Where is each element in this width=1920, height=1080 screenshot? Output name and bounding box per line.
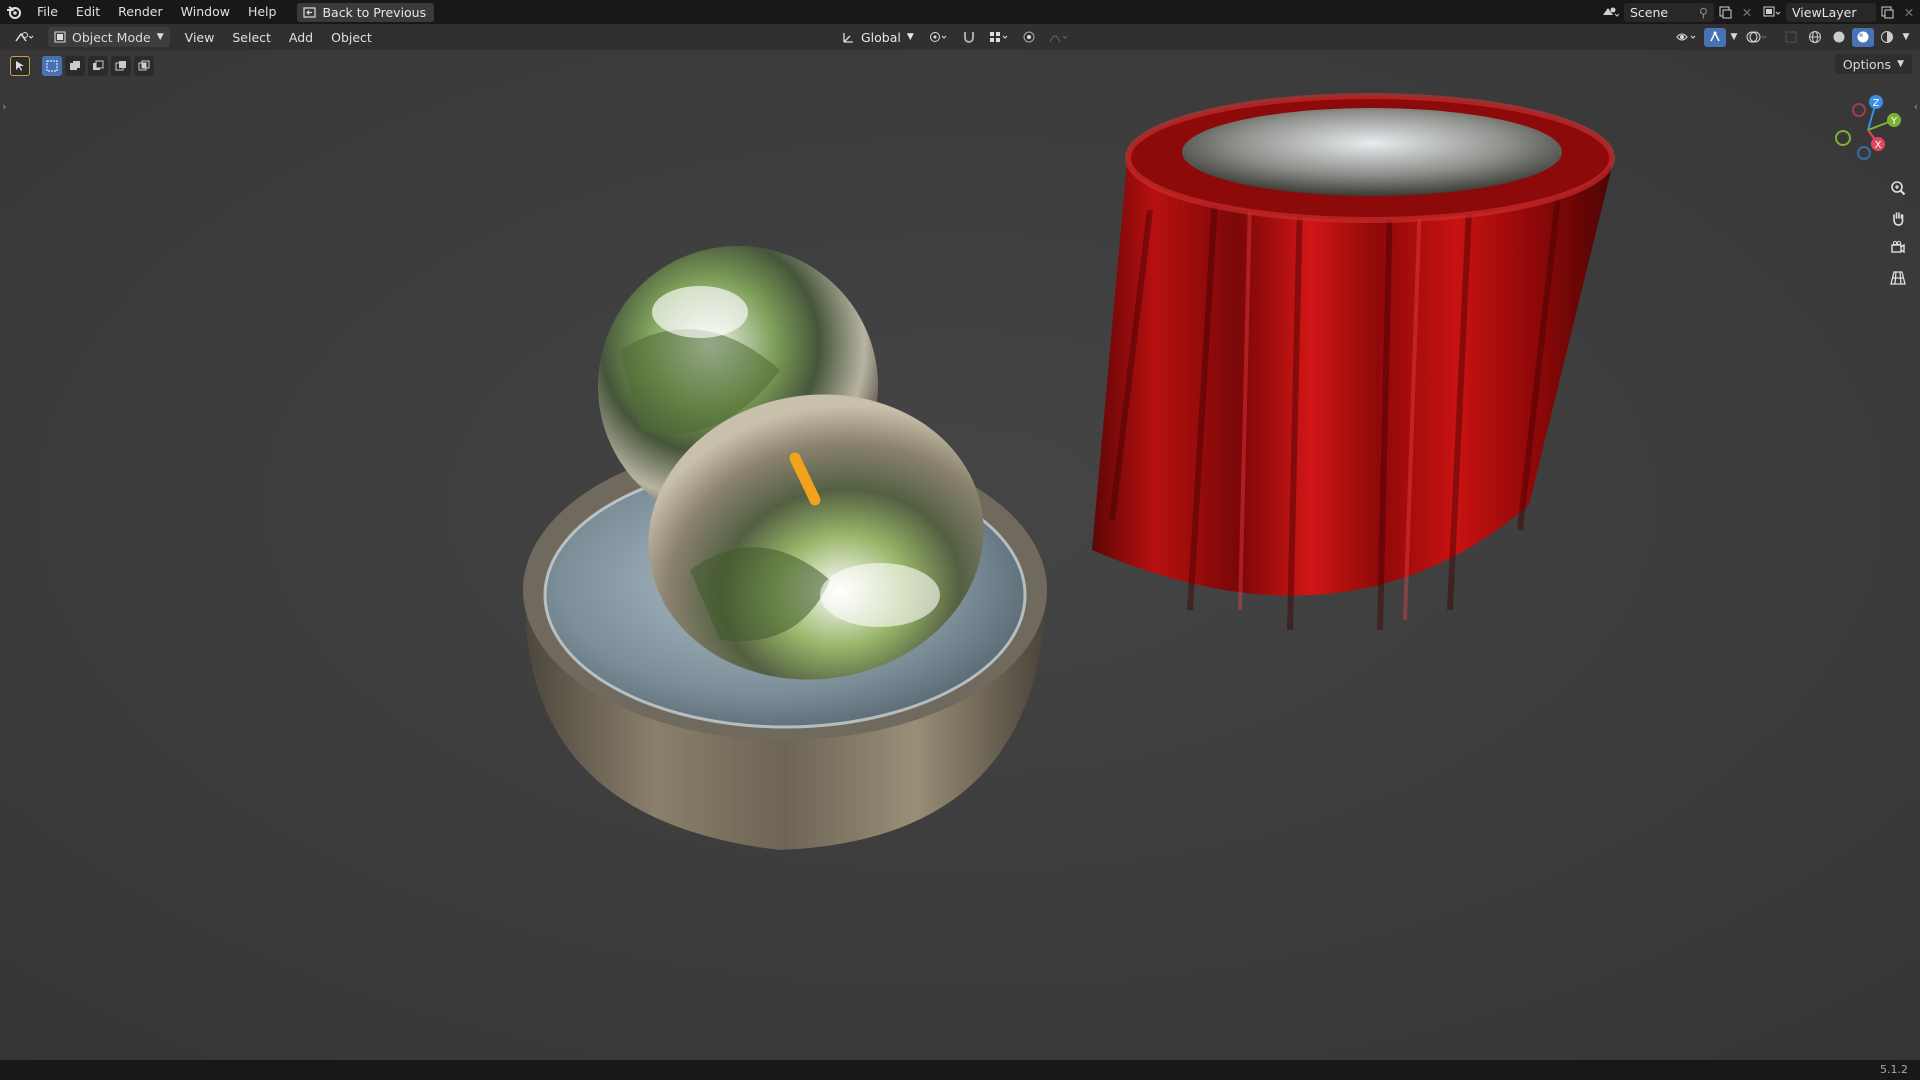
options-dropdown[interactable]: Options ▼ xyxy=(1834,54,1912,74)
chevron-down-icon: ▼ xyxy=(156,32,164,42)
back-to-previous-label: Back to Previous xyxy=(322,4,427,20)
new-view-layer-icon[interactable] xyxy=(1876,3,1898,22)
wireframe-shading-icon[interactable] xyxy=(1804,28,1826,47)
back-to-previous-button[interactable]: Back to Previous xyxy=(297,2,435,22)
rendered-shading-icon[interactable] xyxy=(1876,28,1898,47)
status-bar: 5.1.2 xyxy=(0,1060,1920,1080)
transform-orientation-dropdown[interactable]: Global ▼ xyxy=(836,28,920,47)
viewport-header: Object Mode ▼ View Select Add Object Glo… xyxy=(0,24,1920,50)
camera-view-icon[interactable] xyxy=(1886,236,1910,260)
menu-render[interactable]: Render xyxy=(109,0,172,24)
solid-shading-icon[interactable] xyxy=(1828,28,1850,47)
scene-name-field[interactable]: Scene ⚲ xyxy=(1624,2,1714,22)
menu-file[interactable]: File xyxy=(28,0,67,24)
zoom-icon[interactable] xyxy=(1886,176,1910,200)
orientation-axes-icon xyxy=(843,32,853,43)
new-scene-icon[interactable] xyxy=(1714,3,1736,22)
sidebar-expand-arrow-icon[interactable]: ‹ xyxy=(1914,100,1918,113)
top-menu-bar: File Edit Render Window Help Back to Pre… xyxy=(0,0,1920,24)
navigation-gizmo[interactable]: Z Y X xyxy=(1828,90,1908,170)
pivot-point-icon[interactable] xyxy=(924,28,954,47)
snap-toggle-icon[interactable] xyxy=(958,28,980,47)
menu-edit[interactable]: Edit xyxy=(67,0,109,24)
transform-tools: Global ▼ xyxy=(836,27,1074,47)
top-right-controls: Scene ⚲ ✕ ViewLayer ✕ xyxy=(1596,0,1920,24)
3d-viewport[interactable]: › ‹ Options ▼ Z Y X xyxy=(0,50,1920,1060)
toolbar-expand-arrow-icon[interactable]: › xyxy=(2,100,6,113)
perspective-grid-icon[interactable] xyxy=(1886,266,1910,290)
scene-name: Scene xyxy=(1630,4,1669,20)
show-gizmo-icon[interactable] xyxy=(1704,27,1726,47)
menu-select[interactable]: Select xyxy=(223,30,280,45)
gizmo-z-label: Z xyxy=(1873,98,1880,109)
select-mode-intersect-icon[interactable] xyxy=(134,56,154,76)
version-label: 5.1.2 xyxy=(1880,1063,1908,1076)
viewport-navigation-buttons xyxy=(1886,176,1910,290)
blender-logo-icon[interactable] xyxy=(0,0,28,24)
select-mode-invert-icon[interactable] xyxy=(111,56,131,76)
view-layer-selector-icon[interactable] xyxy=(1758,3,1786,22)
menu-help[interactable]: Help xyxy=(239,0,286,24)
chevron-down-icon: ▼ xyxy=(1897,59,1904,69)
select-mode-new-icon[interactable] xyxy=(42,56,62,76)
gizmo-x-label: X xyxy=(1875,140,1882,151)
falloff-curve-icon[interactable] xyxy=(1044,28,1074,47)
scene-render xyxy=(0,50,1920,1060)
editor-type-icon[interactable] xyxy=(10,27,40,46)
select-tool-icon[interactable] xyxy=(10,56,30,76)
chevron-down-icon: ▼ xyxy=(906,32,914,42)
selection-tools xyxy=(10,56,154,76)
view-layer-name: ViewLayer xyxy=(1792,4,1857,20)
delete-scene-icon[interactable]: ✕ xyxy=(1736,3,1758,22)
select-mode-subtract-icon[interactable] xyxy=(88,56,108,76)
select-mode-extend-icon[interactable] xyxy=(65,56,85,76)
options-label: Options xyxy=(1842,56,1892,72)
snap-target-icon[interactable] xyxy=(984,28,1014,47)
delete-view-layer-icon[interactable]: ✕ xyxy=(1898,3,1920,22)
show-overlays-icon[interactable] xyxy=(1742,28,1772,47)
pin-icon[interactable]: ⚲ xyxy=(1699,5,1708,20)
transform-orientation-label: Global xyxy=(861,29,901,45)
object-mode-label: Object Mode xyxy=(72,29,151,45)
visibility-selectability-icon[interactable] xyxy=(1672,28,1702,47)
menu-view[interactable]: View xyxy=(176,30,224,45)
proportional-editing-icon[interactable] xyxy=(1018,28,1040,47)
gizmo-options-chevron-icon[interactable]: ▼ xyxy=(1728,28,1740,47)
back-screen-icon xyxy=(303,6,317,18)
pan-hand-icon[interactable] xyxy=(1886,206,1910,230)
menu-add[interactable]: Add xyxy=(280,30,322,45)
object-mode-dropdown[interactable]: Object Mode ▼ xyxy=(48,27,170,47)
material-preview-shading-icon[interactable] xyxy=(1852,27,1874,47)
object-mode-icon xyxy=(54,31,66,43)
shading-options-chevron-icon[interactable]: ▼ xyxy=(1900,28,1912,47)
xray-toggle-icon[interactable] xyxy=(1780,28,1802,47)
menu-window[interactable]: Window xyxy=(172,0,239,24)
view-layer-name-field[interactable]: ViewLayer xyxy=(1786,2,1876,22)
gizmo-y-label: Y xyxy=(1890,116,1898,127)
viewport-display-tools: ▼ ▼ xyxy=(1672,27,1912,47)
scene-selector-icon[interactable] xyxy=(1596,3,1624,22)
menu-object[interactable]: Object xyxy=(322,30,381,45)
